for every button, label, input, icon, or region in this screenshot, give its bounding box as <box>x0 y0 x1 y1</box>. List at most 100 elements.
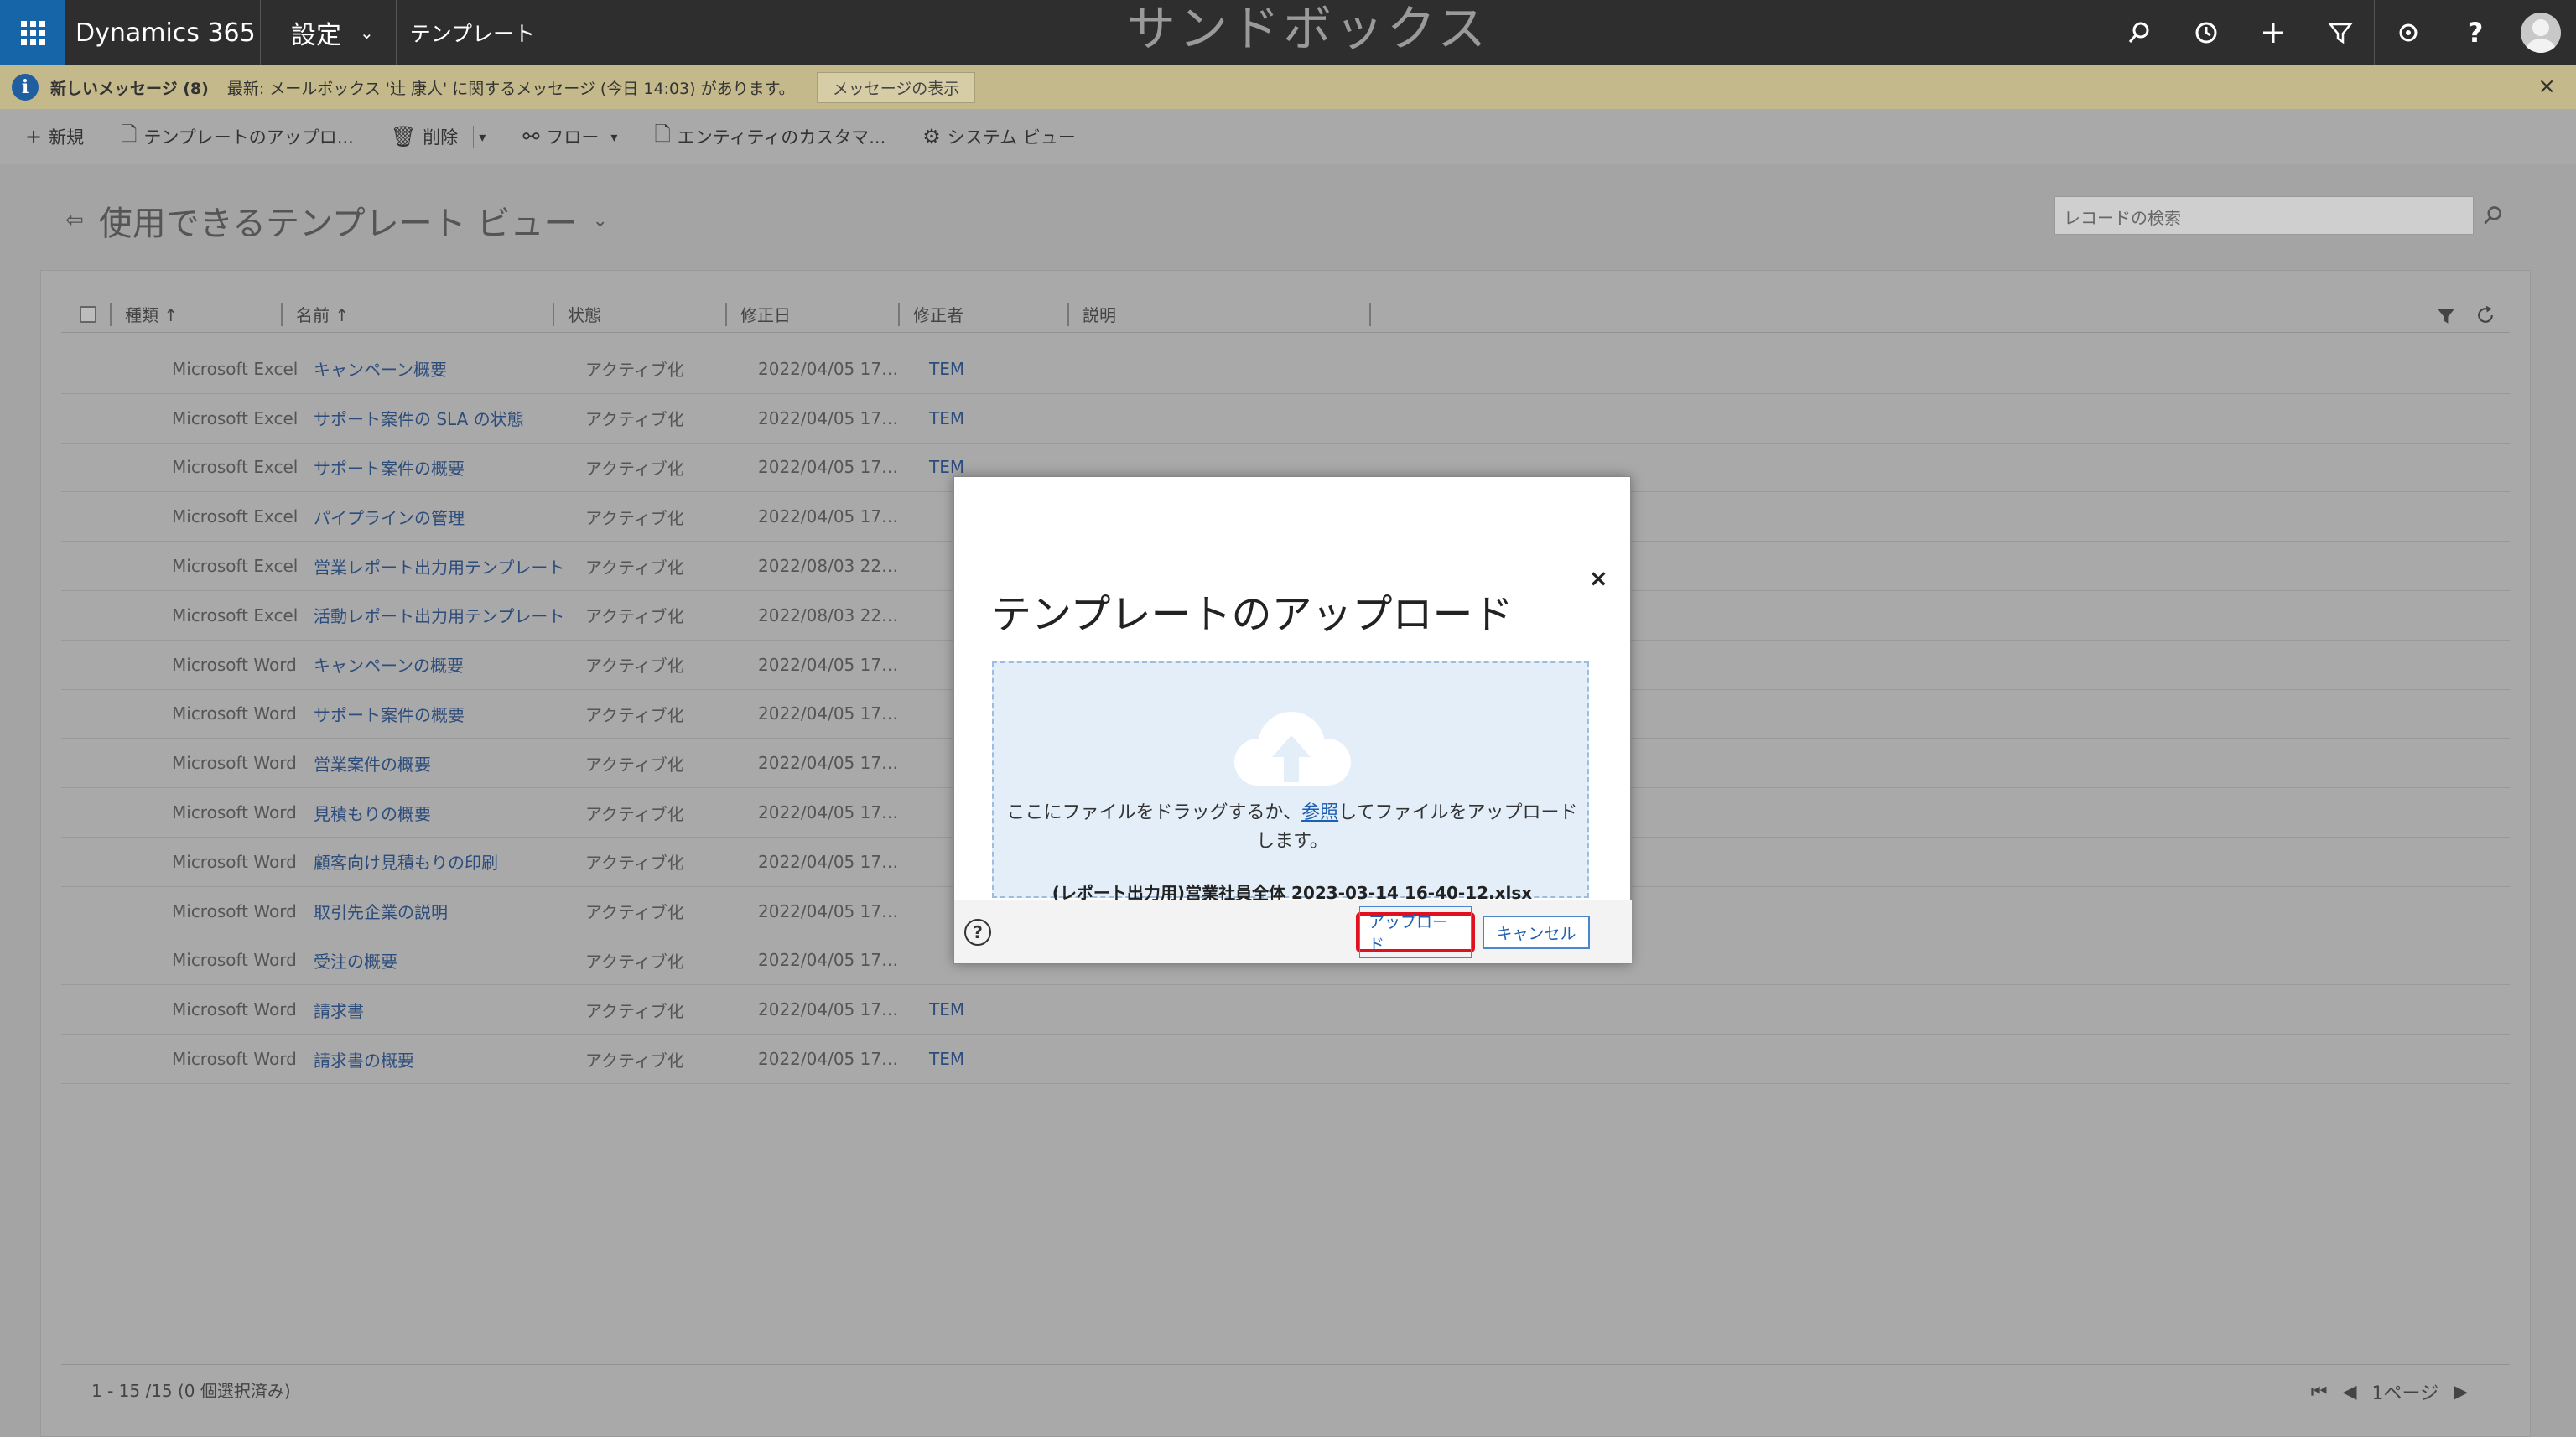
cell-type: Microsoft Excel <box>172 556 299 577</box>
cell-status: アクティブ化 <box>585 507 684 528</box>
cell-name-link[interactable]: 営業レポート出力用テンプレート <box>300 554 572 578</box>
table-row[interactable]: Microsoft Word 請求書の概要 アクティブ化 2022/04/05 17…… <box>61 1035 2510 1084</box>
record-count: 1 - 15 /15 (0 個選択済み) <box>91 1381 291 1401</box>
plus-icon: + <box>25 125 43 148</box>
cell-type: Microsoft Excel <box>172 506 299 527</box>
dialog-title: テンプレートのアップロード <box>991 591 1514 638</box>
select-all-checkbox[interactable] <box>80 305 96 323</box>
top-icons: ? <box>2106 0 2576 65</box>
plus-icon[interactable] <box>2240 0 2307 65</box>
notification-title: 新しいメッセージ (8) <box>50 79 209 98</box>
record-search-input[interactable]: レコードの検索 <box>2054 196 2474 235</box>
app-brand[interactable]: Dynamics 365 <box>75 18 260 48</box>
system-view-button[interactable]: ⚙ システム ビュー <box>922 124 1076 149</box>
cell-type: Microsoft Word <box>172 802 297 823</box>
cell-modified-by[interactable]: TEM <box>917 1049 1068 1069</box>
area-label: 設定 <box>291 21 341 50</box>
show-messages-button[interactable]: メッセージの表示 <box>816 71 976 103</box>
search-icon[interactable] <box>2106 0 2173 65</box>
browse-link[interactable]: 参照 <box>1301 802 1338 823</box>
cell-modified-by[interactable]: TEM <box>917 999 1068 1019</box>
prev-page-icon[interactable]: ◀ <box>2343 1382 2357 1403</box>
table-row[interactable]: Microsoft Excel サポート案件の SLA の状態 アクティブ化 2022… <box>61 394 2510 444</box>
help-icon[interactable]: ? <box>2442 0 2509 65</box>
column-header-type[interactable]: 種類 ↑ <box>110 302 281 326</box>
cell-status: アクティブ化 <box>585 951 684 972</box>
cancel-button[interactable]: キャンセル <box>1483 916 1590 949</box>
cell-modified-on: 2022/08/03 22… <box>758 604 899 625</box>
cell-status: アクティブ化 <box>585 557 684 578</box>
cell-name-link[interactable]: 見積もりの概要 <box>300 801 572 825</box>
cell-name-link[interactable]: 請求書の概要 <box>300 1047 572 1071</box>
cell-name-link[interactable]: パイプラインの管理 <box>300 505 572 529</box>
cloud-upload-icon <box>1234 712 1351 786</box>
cell-name-link[interactable]: キャンペーン概要 <box>300 356 572 381</box>
cell-status: アクティブ化 <box>585 656 684 677</box>
cell-name-link[interactable]: サポート案件の SLA の状態 <box>300 406 572 430</box>
cell-status: アクティブ化 <box>585 853 684 874</box>
cell-modified-on: 2022/04/05 17… <box>758 900 899 921</box>
next-page-icon[interactable]: ▶ <box>2454 1382 2468 1403</box>
back-arrow-icon[interactable]: ⇦ <box>65 208 84 233</box>
close-icon[interactable]: × <box>2537 74 2556 99</box>
cell-type: Microsoft Word <box>172 753 297 774</box>
cell-name-link[interactable]: 受注の概要 <box>300 948 572 973</box>
help-icon[interactable]: ? <box>964 919 991 946</box>
trash-icon: 🗑 <box>390 125 417 148</box>
column-header-status[interactable]: 状態 <box>553 302 725 326</box>
refresh-icon[interactable] <box>2475 304 2496 332</box>
cell-name-link[interactable]: 活動レポート出力用テンプレート <box>300 603 572 627</box>
gear-icon: ⚙ <box>922 125 941 148</box>
upload-button-label: アップロード <box>1359 906 1472 958</box>
column-header-modified-by[interactable]: 修正者 <box>898 302 1067 326</box>
cell-name-link[interactable]: 営業案件の概要 <box>300 751 572 776</box>
cell-modified-by[interactable]: TEM <box>917 457 1068 477</box>
cell-name-link[interactable]: 顧客向け見積もりの印刷 <box>300 849 572 874</box>
cell-modified-on: 2022/04/05 17… <box>758 950 899 971</box>
new-button[interactable]: + 新規 <box>25 124 84 149</box>
cell-name-link[interactable]: サポート案件の概要 <box>300 455 572 480</box>
delete-options-dropdown[interactable]: ▾ <box>474 129 486 145</box>
user-avatar[interactable] <box>2521 13 2561 53</box>
cell-status: アクティブ化 <box>585 902 684 923</box>
column-header-name[interactable]: 名前 ↑ <box>281 302 553 326</box>
search-icon[interactable] <box>2474 196 2512 235</box>
delete-button[interactable]: 🗑 削除 <box>391 124 458 149</box>
upload-template-button[interactable]: 🗋 テンプレートのアップロ... <box>121 120 354 154</box>
file-drop-zone[interactable]: ここにファイルをドラッグするか、参照してファイルをアップロードします。 (レポー… <box>992 661 1589 903</box>
table-row[interactable]: Microsoft Word 請求書 アクティブ化 2022/04/05 17… TEM <box>61 985 2510 1035</box>
table-row[interactable]: Microsoft Excel キャンペーン概要 アクティブ化 2022/04/05 … <box>61 345 2510 394</box>
flow-button[interactable]: ⚯ フロー ▾ <box>522 124 617 149</box>
cell-type: Microsoft Excel <box>172 407 299 428</box>
column-header-description[interactable]: 説明 <box>1067 302 1371 326</box>
app-launcher-button[interactable] <box>0 0 65 65</box>
view-selector[interactable]: ⇦ 使用できるテンプレート ビュー ⌄ <box>65 196 608 245</box>
notification-text: 最新: メールボックス '辻 康人' に関するメッセージ (今日 14:03) … <box>226 79 795 98</box>
history-icon[interactable] <box>2173 0 2240 65</box>
cell-status: アクティブ化 <box>585 704 684 725</box>
area-selector[interactable]: 設定 ⌄ <box>261 14 396 51</box>
cell-name-link[interactable]: 請求書 <box>300 998 572 1022</box>
settings-icon[interactable] <box>2375 0 2442 65</box>
cell-status: アクティブ化 <box>585 606 684 627</box>
cell-name-link[interactable]: サポート案件の概要 <box>300 702 572 726</box>
chevron-down-icon: ⌄ <box>592 210 608 231</box>
close-icon[interactable]: × <box>1589 564 1608 592</box>
info-icon: i <box>12 74 39 101</box>
cell-modified-by[interactable]: TEM <box>917 408 1068 428</box>
first-page-icon[interactable]: ⏮ <box>2311 1382 2328 1403</box>
cell-status: アクティブ化 <box>585 1050 684 1071</box>
upload-button[interactable]: アップロード <box>1356 906 1475 958</box>
customize-entity-button[interactable]: 🗋 エンティティのカスタマ... <box>654 120 886 154</box>
column-header-modified-on[interactable]: 修正日 <box>725 302 898 326</box>
cell-name-link[interactable]: 取引先企業の説明 <box>300 899 572 923</box>
filter-icon[interactable] <box>2307 0 2374 65</box>
cell-name-link[interactable]: キャンペーンの概要 <box>300 652 572 677</box>
cell-modified-by[interactable]: TEM <box>917 359 1068 379</box>
cell-modified-on: 2022/04/05 17… <box>758 407 899 428</box>
filter-icon[interactable] <box>2436 304 2456 332</box>
cell-type: Microsoft Excel <box>172 604 299 625</box>
breadcrumb-entity[interactable]: テンプレート <box>397 18 535 48</box>
flow-icon: ⚯ <box>522 125 540 148</box>
cell-type: Microsoft Word <box>172 654 297 675</box>
